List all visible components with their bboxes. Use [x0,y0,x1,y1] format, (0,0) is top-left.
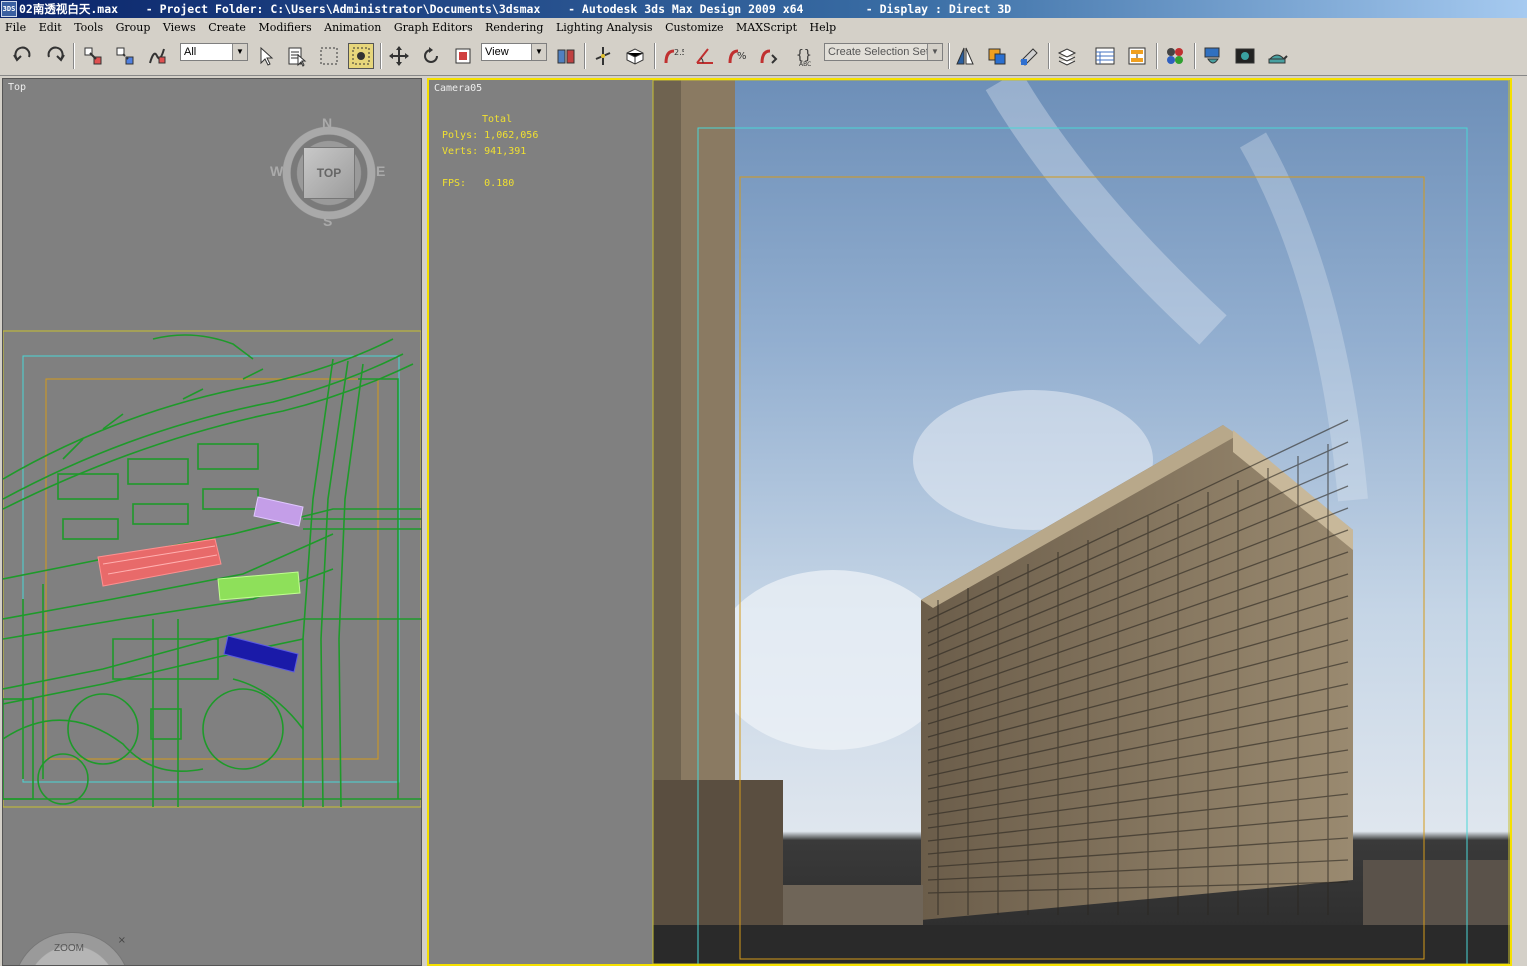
mirror-icon[interactable] [952,43,978,69]
menu-create[interactable]: Create [208,21,246,34]
compass-north: N [322,115,333,131]
menu-maxscript[interactable]: MAXScript [736,21,797,34]
compass-south: S [323,213,333,229]
viewcube-top-face[interactable]: TOP [303,147,355,199]
menu-rendering[interactable]: Rendering [485,21,543,34]
chevron-down-icon: ▼ [927,44,942,60]
main-toolbar: All ▼ View ▼ 2.5 % {}ABC Create Selection … [0,37,1527,76]
named-selection-set-placeholder: Create Selection Set [828,46,929,58]
rectangular-selection-icon[interactable] [316,43,342,69]
safe-frame-orange [45,378,379,760]
toolbar-separator [380,43,382,69]
menu-graph-editors[interactable]: Graph Editors [394,21,473,34]
zoom-gizmo-label: ZOOM [54,943,84,954]
safe-frame-cyan [697,127,1468,964]
site-plan-lines [3,334,421,808]
rendered-frame-window-icon[interactable] [1232,43,1258,69]
reference-coordinate-value: View [485,46,509,58]
safe-frame-orange [739,176,1425,960]
menu-animation[interactable]: Animation [324,21,381,34]
safe-frames [652,80,1510,964]
menu-group[interactable]: Group [116,21,151,34]
toolbar-separator [1156,43,1158,69]
chevron-down-icon: ▼ [531,44,546,60]
render-production-icon[interactable] [1264,43,1290,69]
align-icon[interactable] [984,43,1010,69]
edit-named-selection-icon[interactable]: {} ABC [792,43,818,69]
compass-east: E [376,163,386,179]
keyboard-shortcut-override-icon[interactable] [622,43,648,69]
selection-filter-value: All [184,46,197,58]
svg-text:ABC: ABC [799,61,811,67]
material-editor-icon[interactable] [1162,43,1188,69]
toolbar-separator [654,43,656,69]
reference-coordinate-dropdown[interactable]: View ▼ [481,43,547,61]
layer-manager-icon[interactable] [1054,43,1080,69]
menu-customize[interactable]: Customize [665,21,723,34]
named-selection-set-dropdown[interactable]: Create Selection Set ▼ [824,43,943,61]
percent-snap-icon[interactable]: % [724,43,750,69]
building-purple [253,496,304,527]
viewport-camera[interactable]: Camera05 Total Polys: 1,062,056 Verts: 9… [427,78,1512,966]
pivot-center-icon[interactable] [553,43,579,69]
render-setup-icon[interactable] [1200,43,1226,69]
menu-lighting-analysis[interactable]: Lighting Analysis [556,21,653,34]
menu-edit[interactable]: Edit [39,21,62,34]
chevron-down-icon: ▼ [232,44,247,60]
menu-views[interactable]: Views [163,21,196,34]
spinner-snap-icon[interactable] [756,43,782,69]
menu-help[interactable]: Help [810,21,837,34]
render-frame-outer [652,80,1510,964]
move-icon[interactable] [386,43,412,69]
rotate-icon[interactable] [418,43,444,69]
schematic-view-icon[interactable] [1124,43,1150,69]
svg-text:%: % [737,51,747,62]
toolbar-separator [1194,43,1196,69]
building-blue [223,635,299,673]
compass-west: W [270,163,284,179]
title-bar: 3DS 02南透视白天.max - Project Folder: C:\Use… [0,0,1527,18]
normal-align-icon[interactable] [1016,43,1042,69]
menu-tools[interactable]: Tools [74,21,103,34]
window-crossing-icon[interactable] [348,43,374,69]
select-by-name-icon[interactable] [284,43,310,69]
menu-modifiers[interactable]: Modifiers [258,21,311,34]
selection-filter-dropdown[interactable]: All ▼ [180,43,248,61]
toolbar-separator [584,43,586,69]
close-icon[interactable]: × [118,935,126,946]
redo-icon[interactable] [42,43,68,69]
angle-snap-icon[interactable] [692,43,718,69]
toolbar-separator [948,43,950,69]
undo-icon[interactable] [10,43,36,69]
unlink-selection-icon[interactable] [112,43,138,69]
select-manipulate-icon[interactable] [590,43,616,69]
scale-icon[interactable] [450,43,476,69]
bind-to-space-warp-icon[interactable] [144,43,170,69]
toolbar-separator [73,43,75,69]
select-and-link-icon[interactable] [80,43,106,69]
snap-value: 2.5 [674,48,684,57]
snaps-toggle-icon[interactable]: 2.5 [660,43,686,69]
building-red [97,538,222,587]
app-icon: 3DS [1,1,17,17]
select-object-icon[interactable] [253,43,279,69]
window-title: 02南透视白天.max - Project Folder: C:\Users\A… [19,2,1012,16]
curve-editor-icon[interactable] [1092,43,1118,69]
toolbar-separator [1048,43,1050,69]
viewcube[interactable]: TOP N S E W [270,115,386,229]
viewport-top[interactable]: Top TOP N S E W ZOOM × [2,78,422,966]
menu-file[interactable]: File [5,21,26,34]
menu-bar: File Edit Tools Group Views Create Modif… [0,18,1527,37]
